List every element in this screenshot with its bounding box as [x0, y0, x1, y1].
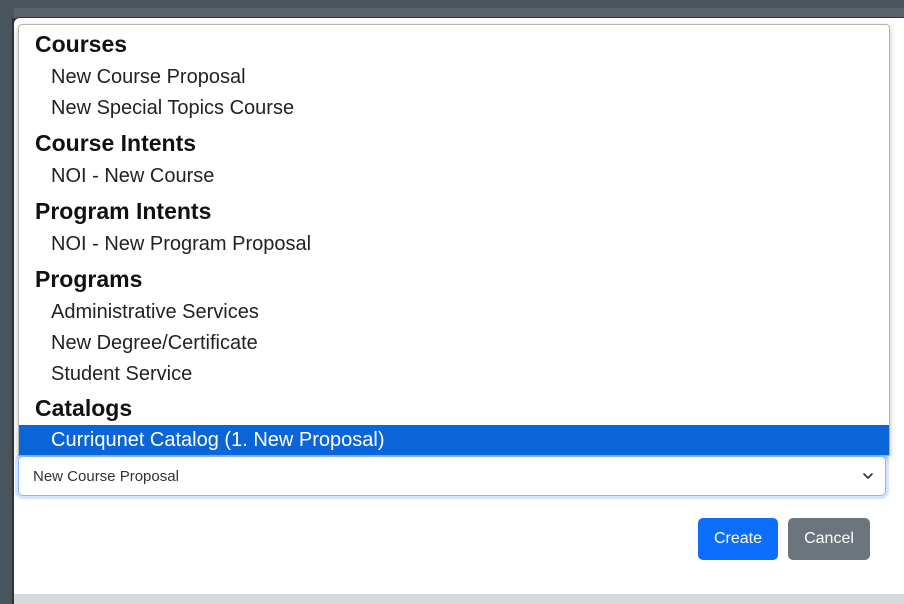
chevron-down-icon: [863, 473, 873, 479]
select-value: New Course Proposal: [33, 468, 179, 485]
modal-bottom-edge: [14, 594, 904, 604]
option-noi-new-program-proposal[interactable]: NOI - New Program Proposal: [19, 229, 889, 259]
proposal-type-dropdown-list[interactable]: Courses New Course Proposal New Special …: [18, 24, 890, 456]
option-new-special-topics-course[interactable]: New Special Topics Course: [19, 93, 889, 123]
group-header-course-intents: Course Intents: [35, 130, 197, 156]
proposal-type-select[interactable]: New Course Proposal: [18, 456, 886, 496]
option-student-service[interactable]: Student Service: [19, 359, 889, 389]
option-noi-new-course[interactable]: NOI - New Course: [19, 161, 889, 191]
option-curriqunet-catalog[interactable]: Curriqunet Catalog (1. New Proposal): [19, 425, 889, 455]
create-button[interactable]: Create: [698, 518, 778, 560]
option-administrative-services[interactable]: Administrative Services: [19, 297, 889, 327]
option-new-course-proposal[interactable]: New Course Proposal: [19, 62, 889, 92]
group-header-catalogs: Catalogs: [35, 395, 133, 421]
group-header-courses: Courses: [35, 31, 128, 57]
group-header-programs: Programs: [35, 266, 143, 292]
cancel-button[interactable]: Cancel: [788, 518, 870, 560]
backdrop-header-strip: [14, 8, 904, 18]
option-new-degree-certificate[interactable]: New Degree/Certificate: [19, 328, 889, 358]
group-header-program-intents: Program Intents: [35, 198, 212, 224]
